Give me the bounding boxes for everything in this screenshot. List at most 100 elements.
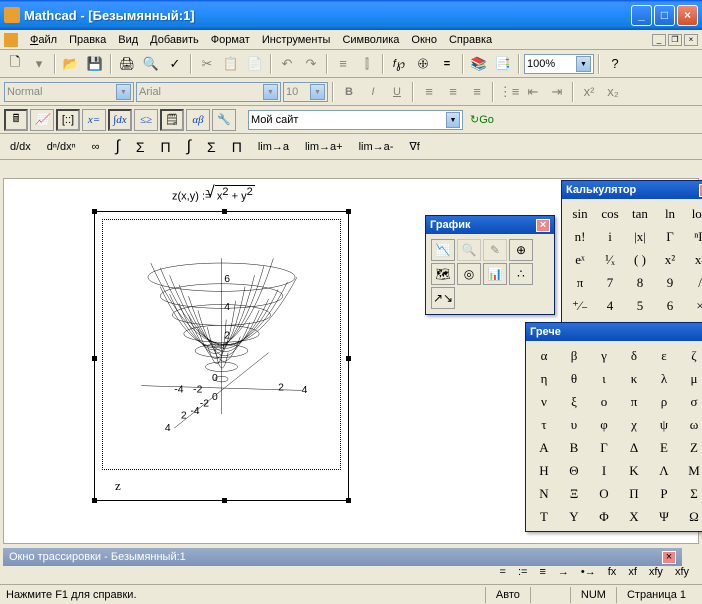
op-symbolic[interactable]: → [555, 566, 572, 578]
dropdown-icon[interactable]: ▼ [446, 112, 460, 128]
vector-plot-icon[interactable]: ↗↘ [431, 287, 455, 309]
xy-plot-icon[interactable]: 📉 [431, 239, 455, 261]
greek-Τ[interactable]: Τ [530, 506, 558, 527]
calc-key-4-2[interactable]: 5 [626, 295, 654, 316]
greek-Ι[interactable]: Ι [590, 460, 618, 481]
op-assign[interactable]: := [515, 566, 530, 578]
calc-key-1-3[interactable]: Γ [656, 226, 684, 247]
greek-β[interactable]: β [560, 345, 588, 366]
matrix-palette-icon[interactable]: [::] [56, 109, 80, 131]
greek-Γ[interactable]: Γ [590, 437, 618, 458]
sym-sum2[interactable]: Σ [203, 137, 220, 157]
close-button[interactable]: × [677, 5, 698, 26]
greek-η[interactable]: η [530, 368, 558, 389]
fx-icon[interactable]: f℘ [388, 53, 410, 75]
greek-φ[interactable]: φ [590, 414, 618, 435]
graph-palette-icon[interactable]: 📈 [30, 109, 54, 131]
calc-key-1-4[interactable]: ⁿΓ [686, 226, 702, 247]
open-icon[interactable]: 📂 [60, 53, 82, 75]
greek-ψ[interactable]: ψ [650, 414, 678, 435]
menu-view[interactable]: Вид [112, 32, 144, 48]
calc-key-2-3[interactable]: x² [656, 249, 684, 270]
plot-3d[interactable]: 42 -2-4 0 642 42 0-2-4 z [94, 211, 349, 501]
greek-ζ[interactable]: ζ [680, 345, 702, 366]
menu-help[interactable]: Справка [443, 32, 498, 48]
op-global[interactable]: ≡ [536, 566, 548, 578]
greek-Ω[interactable]: Ω [680, 506, 702, 527]
help-icon[interactable]: ? [604, 53, 626, 75]
greek-Ν[interactable]: Ν [530, 483, 558, 504]
greek-π[interactable]: π [620, 391, 648, 412]
menu-file[interactable]: Файл [24, 32, 63, 48]
ref-icon[interactable]: 📚 [468, 53, 490, 75]
calc-key-2-0[interactable]: eˣ [566, 249, 594, 270]
greek-ι[interactable]: ι [590, 368, 618, 389]
zoom-combo[interactable]: 100% ▼ [524, 54, 594, 74]
greek-Λ[interactable]: Λ [650, 460, 678, 481]
sym-prod[interactable]: Π [157, 137, 175, 157]
greek-δ[interactable]: δ [620, 345, 648, 366]
units-icon[interactable]: 🕀 [412, 53, 434, 75]
sym-limr[interactable]: lim→a+ [301, 139, 347, 155]
sym-grad[interactable]: ∇f [405, 138, 423, 155]
calc-key-0-4[interactable]: log [686, 203, 702, 224]
calc-key-3-0[interactable]: π [566, 272, 594, 293]
sym-sum[interactable]: Σ [132, 137, 149, 157]
greek-Ε[interactable]: Ε [650, 437, 678, 458]
calc-key-0-0[interactable]: sin [566, 203, 594, 224]
calc-key-2-1[interactable]: ¹⁄ₓ [596, 249, 624, 270]
menu-window[interactable]: Окно [405, 32, 443, 48]
greek-palette[interactable]: Грече× αβγδεζηθικλμνξοπρστυφχψωΑΒΓΔΕΖΗΘΙ… [525, 322, 702, 532]
op-fx[interactable]: fx [605, 566, 620, 578]
sym-prod2[interactable]: Π [228, 137, 246, 157]
calc-key-3-1[interactable]: 7 [596, 272, 624, 293]
site-combo[interactable]: ▼ [248, 110, 463, 130]
symbolic-palette-icon[interactable]: 🔧 [212, 109, 236, 131]
greek-Θ[interactable]: Θ [560, 460, 588, 481]
greek-Ζ[interactable]: Ζ [680, 437, 702, 458]
trace-window[interactable]: Окно трассировки - Безымянный:1 × [3, 548, 682, 566]
greek-Δ[interactable]: Δ [620, 437, 648, 458]
surface-plot-icon[interactable]: 🗺 [431, 263, 455, 285]
calculus-palette-icon[interactable]: ∫dx [108, 109, 132, 131]
menu-symbolics[interactable]: Символика [336, 32, 405, 48]
spell-icon[interactable]: ✓ [164, 53, 186, 75]
greek-μ[interactable]: μ [680, 368, 702, 389]
calc-key-3-4[interactable]: / [686, 272, 702, 293]
graph-palette[interactable]: График× 📉 🔍 ✎ ⊕ 🗺 ◎ 📊 ∴ ↗↘ [425, 215, 555, 315]
calc-key-0-3[interactable]: ln [656, 203, 684, 224]
sym-lim[interactable]: lim→a [254, 139, 293, 155]
close-icon[interactable]: × [536, 219, 550, 232]
op-eq[interactable]: = [497, 566, 509, 578]
preview-icon[interactable]: 🔍 [140, 53, 162, 75]
calc-key-2-4[interactable]: xʸ [686, 249, 702, 270]
greek-ε[interactable]: ε [650, 345, 678, 366]
sym-int2[interactable]: ∫ [183, 136, 195, 158]
scatter3d-plot-icon[interactable]: ∴ [509, 263, 533, 285]
calc-key-4-0[interactable]: ⁺⁄₋ [566, 295, 594, 316]
calc-key-2-2[interactable]: ( ) [626, 249, 654, 270]
greek-ξ[interactable]: ξ [560, 391, 588, 412]
greek-Υ[interactable]: Υ [560, 506, 588, 527]
greek-ο[interactable]: ο [590, 391, 618, 412]
res-icon[interactable]: 📑 [492, 53, 514, 75]
eval-palette-icon[interactable]: x= [82, 109, 106, 131]
calc-key-0-2[interactable]: tan [626, 203, 654, 224]
go-button[interactable]: ↻Go [465, 109, 499, 131]
plot-area[interactable]: 42 -2-4 0 642 42 0-2-4 [102, 219, 341, 470]
greek-Ψ[interactable]: Ψ [650, 506, 678, 527]
greek-σ[interactable]: σ [680, 391, 702, 412]
calc-key-0-1[interactable]: cos [596, 203, 624, 224]
sym-deriv[interactable]: d/dx [6, 139, 35, 155]
greek-Η[interactable]: Η [530, 460, 558, 481]
sym-infinity[interactable]: ∞ [88, 139, 104, 155]
programming-palette-icon[interactable]: 🗒 [160, 109, 184, 131]
greek-υ[interactable]: υ [560, 414, 588, 435]
minimize-button[interactable]: _ [631, 5, 652, 26]
greek-χ[interactable]: χ [620, 414, 648, 435]
greek-Π[interactable]: Π [620, 483, 648, 504]
menu-tools[interactable]: Инструменты [256, 32, 337, 48]
greek-Φ[interactable]: Φ [590, 506, 618, 527]
menu-add[interactable]: Добавить [144, 32, 205, 48]
greek-ν[interactable]: ν [530, 391, 558, 412]
